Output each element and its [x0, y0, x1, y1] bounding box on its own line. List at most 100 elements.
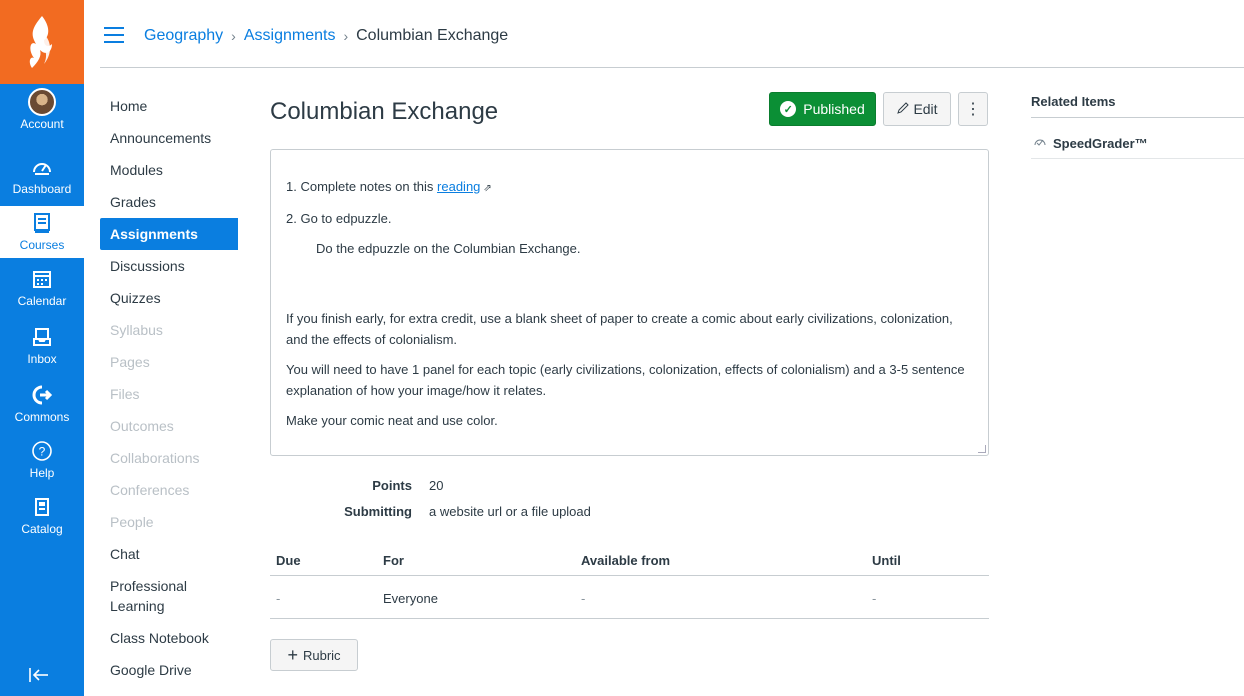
commons-icon: [28, 382, 56, 408]
plus-icon: +: [287, 645, 298, 665]
nav-courses-label: Courses: [19, 238, 65, 252]
description-paragraph: If you finish early, for extra credit, u…: [286, 311, 953, 347]
dashboard-icon: [28, 154, 56, 180]
nav-inbox-label: Inbox: [27, 352, 57, 366]
breadcrumb: Geography › Assignments › Columbian Exch…: [144, 27, 508, 45]
course-nav-quizzes[interactable]: Quizzes: [100, 282, 238, 314]
calendar-icon: [28, 266, 56, 292]
dates-table: Due For Available from Until - Everyone …: [270, 548, 989, 619]
avatar: [28, 88, 56, 116]
instruction-subitem: Do the edpuzzle on the Columbian Exchang…: [316, 241, 581, 256]
course-nav-discussions[interactable]: Discussions: [100, 250, 238, 282]
course-nav-google-drive[interactable]: Google Drive: [100, 654, 238, 686]
nav-commons[interactable]: Commons: [0, 378, 84, 430]
nav-help[interactable]: ? Help: [0, 434, 84, 486]
nav-help-label: Help: [29, 466, 55, 480]
course-menu-toggle-icon[interactable]: [104, 27, 124, 43]
course-nav-class-notebook[interactable]: Class Notebook: [100, 622, 238, 654]
table-cell-until: -: [872, 591, 877, 606]
add-rubric-button[interactable]: + Rubric: [270, 639, 358, 671]
nav-account-label: Account: [20, 117, 64, 131]
course-nav-announcements[interactable]: Announcements: [100, 122, 238, 154]
column-header: Due: [276, 553, 301, 568]
table-cell-for: Everyone: [383, 591, 438, 606]
course-nav-outcomes[interactable]: Outcomes: [100, 410, 238, 442]
course-nav-home[interactable]: Home: [100, 90, 238, 122]
page-title: Columbian Exchange: [270, 98, 499, 125]
nav-commons-label: Commons: [14, 410, 70, 424]
global-nav: Account Dashboard Courses Calendar Inbox…: [0, 0, 84, 696]
flame-logo-icon: [29, 16, 52, 68]
check-circle-icon: ✓: [780, 101, 797, 117]
collapse-nav-icon[interactable]: [28, 666, 50, 690]
inbox-icon: [28, 324, 56, 350]
reading-link[interactable]: reading: [437, 179, 480, 194]
nav-calendar-label: Calendar: [17, 294, 67, 308]
edit-button[interactable]: Edit: [883, 92, 951, 126]
instruction-item: 2. Go to edpuzzle.: [286, 211, 392, 226]
nav-catalog[interactable]: Catalog: [0, 490, 84, 542]
published-label: Published: [803, 101, 865, 117]
nav-dashboard[interactable]: Dashboard: [0, 150, 84, 202]
table-cell-available-from: -: [581, 591, 586, 606]
nav-catalog-label: Catalog: [21, 522, 63, 536]
instruction-text: 1. Complete notes on this: [286, 179, 438, 194]
assignment-description: 1. Complete notes on this reading ⇗ 2. Go…: [270, 149, 989, 456]
course-nav-chat[interactable]: Chat: [100, 538, 238, 570]
table-row: - Everyone - -: [270, 576, 989, 619]
breadcrumb-course[interactable]: Geography: [144, 27, 223, 45]
submitting-label: Submitting: [344, 504, 412, 519]
course-nav: Home Announcements Modules Grades Assign…: [100, 90, 238, 686]
nav-calendar[interactable]: Calendar: [0, 262, 84, 314]
more-options-button[interactable]: ⋮: [958, 92, 988, 126]
related-divider: [1031, 158, 1244, 159]
breadcrumb-separator: ›: [231, 28, 236, 44]
help-icon: ?: [28, 438, 56, 464]
course-nav-people[interactable]: People: [100, 506, 238, 538]
course-nav-pages[interactable]: Pages: [100, 346, 238, 378]
institution-logo[interactable]: [0, 0, 84, 84]
speedgrader-label: SpeedGrader™: [1053, 136, 1148, 151]
course-nav-conferences[interactable]: Conferences: [100, 474, 238, 506]
table-header-row: Due For Available from Until: [270, 548, 989, 576]
header-divider: [100, 67, 1244, 68]
points-label: Points: [372, 478, 412, 493]
rubric-label: Rubric: [302, 647, 341, 663]
points-value: 20: [429, 478, 444, 493]
description-paragraph: Make your comic neat and use color.: [286, 413, 498, 428]
description-paragraph: You will need to have 1 panel for each t…: [286, 362, 965, 398]
course-nav-syllabus[interactable]: Syllabus: [100, 314, 238, 346]
column-header: For: [383, 553, 404, 568]
breadcrumb-assignments[interactable]: Assignments: [244, 27, 336, 45]
nav-dashboard-label: Dashboard: [12, 182, 72, 196]
resize-handle-icon[interactable]: [978, 445, 986, 453]
course-nav-professional-learning[interactable]: Professional Learning: [100, 570, 200, 622]
instruction-item: 1. Complete notes on this reading ⇗: [286, 176, 973, 199]
course-nav-assignments[interactable]: Assignments: [100, 218, 238, 250]
breadcrumb-current: Columbian Exchange: [356, 27, 509, 44]
pencil-icon: [896, 101, 910, 118]
related-items-heading: Related Items: [1031, 94, 1116, 109]
svg-text:?: ?: [39, 445, 46, 459]
breadcrumb-separator: ›: [343, 28, 349, 44]
column-header: Until: [872, 553, 901, 568]
speedgrader-icon: [1033, 135, 1047, 152]
speedgrader-link[interactable]: SpeedGrader™: [1033, 135, 1148, 152]
course-nav-collaborations[interactable]: Collaborations: [100, 442, 238, 474]
related-divider: [1031, 117, 1244, 118]
published-button[interactable]: ✓ Published: [769, 92, 876, 126]
nav-inbox[interactable]: Inbox: [0, 320, 84, 372]
edit-label: Edit: [913, 101, 938, 117]
column-header: Available from: [581, 553, 671, 568]
courses-icon: [28, 210, 56, 236]
course-nav-modules[interactable]: Modules: [100, 154, 238, 186]
catalog-icon: [28, 494, 56, 520]
course-nav-grades[interactable]: Grades: [100, 186, 238, 218]
kebab-menu-icon: ⋮: [965, 101, 981, 118]
external-link-icon: ⇗: [483, 183, 492, 194]
submitting-value: a website url or a file upload: [429, 504, 591, 519]
course-nav-files[interactable]: Files: [100, 378, 238, 410]
nav-courses[interactable]: Courses: [0, 206, 84, 258]
table-cell-due: -: [276, 591, 281, 606]
nav-account[interactable]: Account: [0, 86, 84, 142]
